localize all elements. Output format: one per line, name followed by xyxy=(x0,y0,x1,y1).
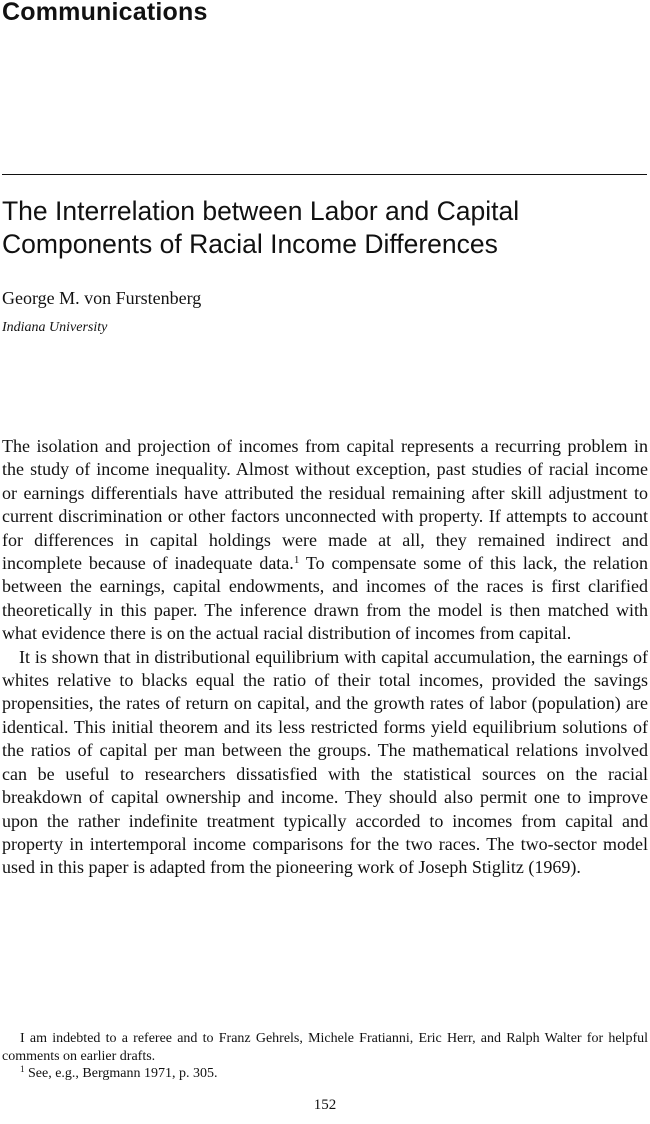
paragraph-text: It is shown that in distributional equil… xyxy=(2,646,648,878)
body-paragraph: The isolation and projection of incomes … xyxy=(2,435,648,646)
footnote-text: See, e.g., Bergmann 1971, p. 305. xyxy=(24,1066,218,1081)
author-affiliation: Indiana University xyxy=(2,320,108,335)
body-paragraph: It is shown that in distributional equil… xyxy=(2,646,648,880)
article-body: The isolation and projection of incomes … xyxy=(2,435,648,880)
article-title: The Interrelation between Labor and Capi… xyxy=(2,195,648,261)
footnote: 1 See, e.g., Bergmann 1971, p. 305. xyxy=(2,1065,648,1083)
section-header: Communications xyxy=(2,0,208,26)
title-divider xyxy=(2,174,647,175)
footnotes: I am indebted to a referee and to Franz … xyxy=(2,1030,648,1083)
article-title-line-2: Components of Racial Income Differences xyxy=(2,229,498,259)
acknowledgment-note: I am indebted to a referee and to Franz … xyxy=(2,1031,648,1064)
page-number: 152 xyxy=(313,1097,337,1113)
author-name: George M. von Furstenberg xyxy=(2,288,202,308)
article-title-line-1: The Interrelation between Labor and Capi… xyxy=(2,196,520,226)
